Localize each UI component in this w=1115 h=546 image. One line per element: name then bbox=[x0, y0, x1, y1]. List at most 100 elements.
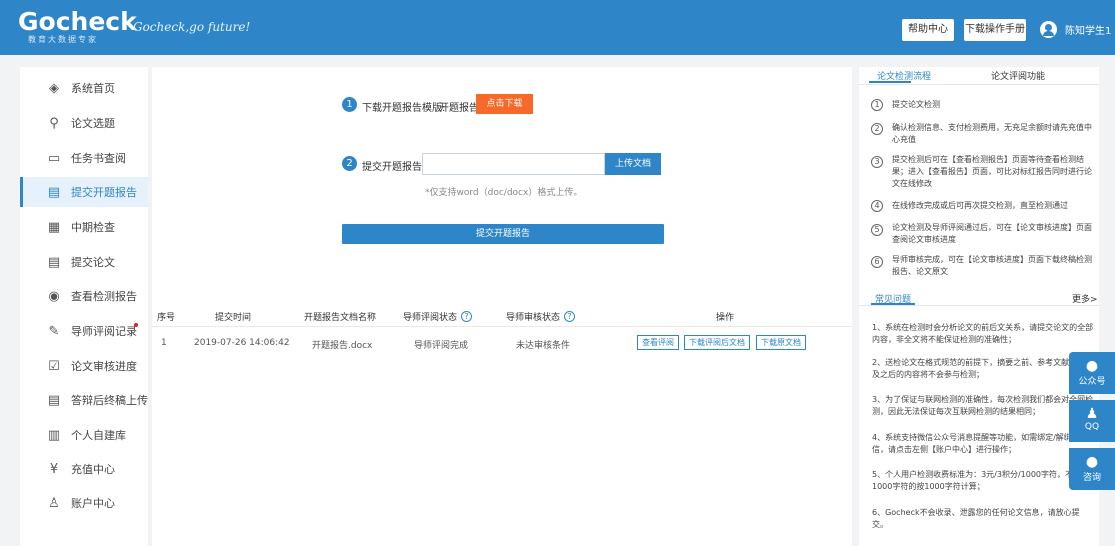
consult-label: 咨询 bbox=[1082, 473, 1101, 483]
template-file-name: 开题报告 bbox=[439, 103, 479, 114]
document-upload-icon: ▤ bbox=[47, 392, 61, 408]
cell-audit-status: 未达审核条件 bbox=[516, 341, 571, 351]
flow-step-number: 1 bbox=[871, 99, 883, 111]
col-header-audit-status: 导师审核状态? bbox=[506, 310, 576, 323]
user-icon: ♙ bbox=[48, 495, 60, 511]
layers-icon: ◈ bbox=[49, 80, 59, 96]
sidebar-item-label: 中期检查 bbox=[71, 221, 115, 234]
submit-proposal-button[interactable]: 提交开题报告 bbox=[342, 224, 664, 244]
sidebar-item-label: 提交开题报告 bbox=[71, 186, 137, 199]
cell-time: 2019-07-26 14:06:42 bbox=[194, 338, 290, 348]
edit-icon: ✎ bbox=[48, 323, 60, 339]
top-header: Gocheck 教育大数据专家 Gocheck,go future! 帮助中心 … bbox=[0, 0, 1115, 55]
user-avatar-icon[interactable] bbox=[1040, 21, 1057, 38]
flow-step-text: 在线修改完成或后可再次提交检测，直至检测通过 bbox=[892, 201, 1068, 210]
qq-label: QQ bbox=[1084, 422, 1100, 432]
col-header-review-status: 导师评阅状态? bbox=[403, 310, 473, 323]
library-icon: ▥ bbox=[47, 427, 61, 443]
sidebar-item-label: 充值中心 bbox=[71, 463, 115, 476]
sidebar-item-audit-progress[interactable]: ☑ 论文审核进度 bbox=[20, 351, 148, 381]
sidebar-item-label: 答辩后终稿上传 bbox=[71, 394, 148, 407]
sidebar-item-label: 系统首页 bbox=[71, 82, 115, 95]
download-original-doc-button[interactable]: 下载原文档 bbox=[756, 335, 806, 350]
flow-step-text: 提交论文检测 bbox=[892, 100, 940, 109]
eye-icon: ◉ bbox=[48, 288, 60, 304]
sidebar-item-account[interactable]: ♙ 账户中心 bbox=[20, 488, 148, 518]
consult-button[interactable]: ● 咨询 bbox=[1069, 448, 1115, 490]
document-submit-icon: ▤ bbox=[47, 254, 61, 270]
sidebar-item-recharge[interactable]: ¥ 充值中心 bbox=[20, 454, 148, 484]
sidebar-item-label: 导师评阅记录 bbox=[71, 325, 137, 338]
faq-item: 1、系统在检测时会分析论文的前后文关系，请提交论文的全部内容，非全文将不能保证检… bbox=[872, 323, 1094, 344]
sidebar-item-task-book[interactable]: ▭ 任务书查阅 bbox=[20, 143, 148, 173]
header-label: 导师评阅状态 bbox=[403, 313, 458, 323]
sidebar-item-final-upload[interactable]: ▤ 答辩后终稿上传 bbox=[20, 385, 148, 415]
step-1-label: 下载开题报告模版: bbox=[362, 103, 446, 114]
cell-review-status: 导师评阅完成 bbox=[414, 341, 469, 351]
sidebar-item-submit-paper[interactable]: ▤ 提交论文 bbox=[20, 247, 148, 277]
col-header-actions: 操作 bbox=[716, 310, 734, 323]
flow-step-text: 确认检测信息、支付检测费用，无充足余额时请先充值中心充值 bbox=[892, 123, 1092, 144]
step-1-badge: 1 bbox=[342, 97, 357, 112]
col-header-index: 序号 bbox=[157, 310, 175, 323]
faq-item: 5、个人用户检测收费标准为：3元/3积分/1000字符，不足1000字符的按10… bbox=[872, 470, 1082, 491]
faq-divider bbox=[859, 305, 1099, 306]
more-link[interactable]: 更多> bbox=[1072, 292, 1098, 305]
sidebar-item-label: 任务书查阅 bbox=[71, 152, 126, 165]
slogan: Gocheck,go future! bbox=[133, 20, 251, 34]
gocheck-logo[interactable]: Gocheck 教育大数据专家 bbox=[18, 8, 137, 45]
right-panel: 论文检测流程 论文评阅功能 1 提交论文检测 2 确认检测信息、支付检测费用，无… bbox=[859, 67, 1099, 546]
header-label: 开题报告文档名称 bbox=[304, 313, 377, 323]
sidebar-item-label: 提交论文 bbox=[71, 256, 115, 269]
upload-document-button[interactable]: 上传文档 bbox=[605, 153, 661, 175]
download-manual-button[interactable]: 下载操作手册 bbox=[964, 19, 1026, 41]
flow-step-text: 导师审核完成，可在【论文审核进度】页面下载终稿检测报告、论文原文 bbox=[892, 255, 1092, 276]
view-review-button[interactable]: 查看评阅 bbox=[637, 335, 679, 350]
document-edit-icon: ▤ bbox=[47, 184, 61, 200]
help-icon[interactable]: ? bbox=[461, 311, 473, 322]
flow-step-text: 提交检测后可在【查看检测报告】页面等待查看检测结果；进入【查看报告】页面，可比对… bbox=[892, 155, 1092, 188]
faq-item: 4、系统支持微信公众号消息提醒等功能，如需绑定/解绑微信，请点击左侧【账户中心】… bbox=[872, 433, 1080, 454]
search-icon: ⚲ bbox=[49, 115, 59, 131]
wechat-icon: ● bbox=[1085, 358, 1099, 374]
logo-text: Gocheck bbox=[18, 7, 137, 36]
step-2-label: 提交开题报告: bbox=[362, 162, 426, 173]
sidebar-item-midterm-check[interactable]: ▦ 中期检查 bbox=[20, 212, 148, 242]
tab-review-function[interactable]: 论文评阅功能 bbox=[991, 69, 1045, 82]
col-header-time: 提交时间 bbox=[215, 310, 251, 323]
download-template-button[interactable]: 点击下载 bbox=[476, 94, 533, 114]
table-icon: ▦ bbox=[47, 219, 61, 235]
faq-item: 2、送检论文在格式规范的前提下，摘要之前、参考文献（含）及之后的内容将不会参与检… bbox=[872, 358, 1094, 379]
sidebar-item-label: 查看检测报告 bbox=[71, 290, 137, 303]
cell-index: 1 bbox=[161, 338, 167, 348]
faq-item: 3、为了保证与联网检测的准确性，每次检测我们都会对全网检测，因此无法保证每次互联… bbox=[872, 395, 1094, 416]
flow-step-number: 3 bbox=[871, 156, 883, 168]
file-path-input[interactable] bbox=[422, 153, 605, 175]
download-reviewed-doc-button[interactable]: 下载评阅后文档 bbox=[684, 335, 750, 350]
notification-dot bbox=[134, 323, 138, 327]
table-header-divider bbox=[152, 326, 852, 327]
header-label: 操作 bbox=[716, 313, 735, 323]
sidebar-item-home[interactable]: ◈ 系统首页 bbox=[20, 73, 148, 103]
main-content: 1 下载开题报告模版: 开题报告 点击下载 2 提交开题报告: 上传文档 *仅支… bbox=[152, 67, 852, 546]
sidebar-item-submit-proposal[interactable]: ▤ 提交开题报告 bbox=[20, 177, 148, 207]
sidebar-item-topic-selection[interactable]: ⚲ 论文选题 bbox=[20, 108, 148, 138]
header-label: 序号 bbox=[157, 313, 176, 323]
flow-step-number: 6 bbox=[871, 256, 883, 268]
flow-step-number: 5 bbox=[871, 224, 883, 236]
flow-step-number: 4 bbox=[871, 200, 883, 212]
flow-step-text: 论文检测及导师评阅通过后，可在【论文审核进度】页面查阅论文审核进度 bbox=[892, 223, 1092, 244]
format-hint: *仅支持word（doc/docx）格式上传。 bbox=[425, 188, 583, 198]
sidebar-item-personal-library[interactable]: ▥ 个人自建库 bbox=[20, 420, 148, 450]
yen-icon: ¥ bbox=[49, 461, 59, 477]
header-label: 提交时间 bbox=[215, 313, 252, 323]
sidebar-item-view-report[interactable]: ◉ 查看检测报告 bbox=[20, 281, 148, 311]
help-center-button[interactable]: 帮助中心 bbox=[902, 19, 954, 41]
user-name[interactable]: 陈知学生1 bbox=[1065, 22, 1111, 37]
qq-button[interactable]: ♟ QQ bbox=[1069, 400, 1115, 442]
qq-icon: ♟ bbox=[1085, 406, 1099, 422]
wechat-official-button[interactable]: ● 公众号 bbox=[1069, 352, 1115, 394]
help-icon[interactable]: ? bbox=[564, 311, 576, 322]
sidebar-item-review-records[interactable]: ✎ 导师评阅记录 bbox=[20, 316, 148, 346]
flow-step-number: 2 bbox=[871, 123, 883, 135]
